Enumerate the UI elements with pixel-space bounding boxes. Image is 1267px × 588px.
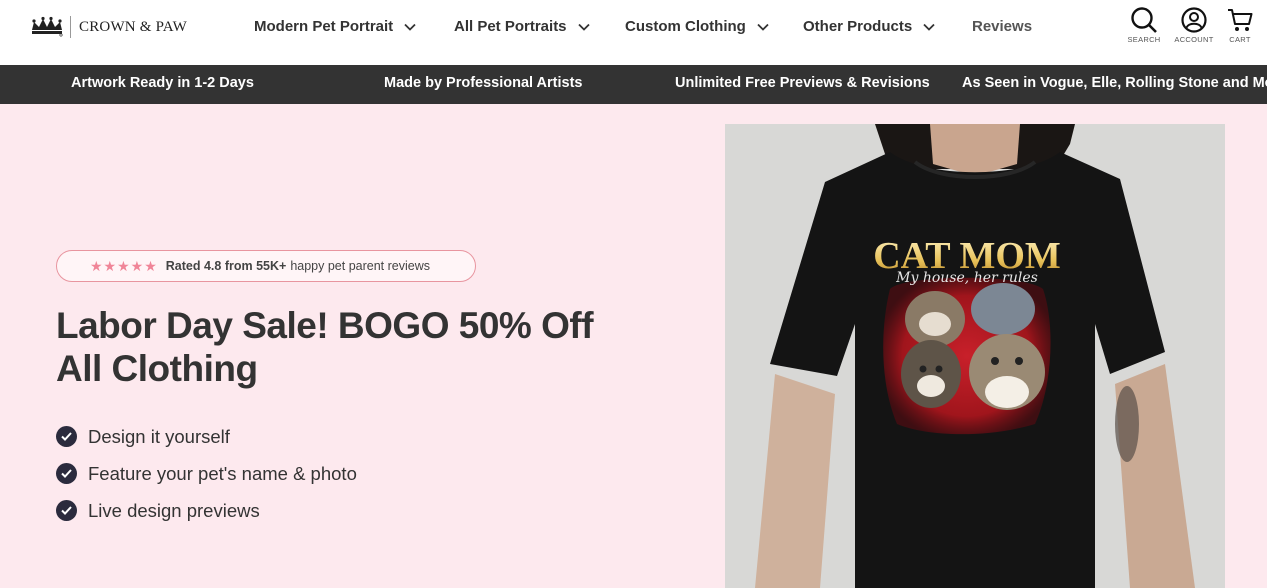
nav-label: Custom Clothing — [625, 18, 746, 35]
nav-other-products[interactable]: Other Products — [803, 18, 935, 35]
chevron-down-icon — [577, 23, 590, 31]
chevron-down-icon — [923, 23, 935, 31]
brand-logo[interactable]: CROWN & PAW — [30, 16, 187, 38]
nav-label: Other Products — [803, 18, 913, 35]
feature-list: Design it yourself Feature your pet's na… — [56, 418, 357, 529]
feature-text: Feature your pet's name & photo — [88, 462, 357, 484]
search-button[interactable]: SEARCH — [1124, 6, 1164, 44]
check-icon — [56, 500, 77, 521]
product-image: CAT MOM My house, her rules — [725, 124, 1225, 588]
brand-name: CROWN & PAW — [79, 18, 187, 35]
headline-line: All Clothing — [56, 348, 258, 389]
nav-custom-clothing[interactable]: Custom Clothing — [625, 18, 769, 35]
announcement-bar: Artwork Ready in 1-2 Days Made by Profes… — [0, 65, 1267, 104]
announcement-item: Artwork Ready in 1-2 Days — [71, 75, 254, 91]
rating-text: happy pet parent reviews — [290, 259, 430, 273]
site-header: CROWN & PAW Modern Pet Portrait All Pet … — [0, 0, 1267, 65]
feature-text: Design it yourself — [88, 425, 230, 447]
account-button[interactable]: ACCOUNT — [1174, 6, 1214, 44]
nav-all-pet-portraits[interactable]: All Pet Portraits — [454, 18, 590, 35]
nav-label: All Pet Portraits — [454, 18, 567, 35]
rating-score: Rated 4.8 from 55K+ — [165, 259, 287, 273]
nav-reviews[interactable]: Reviews — [972, 18, 1032, 35]
cart-button[interactable]: CART — [1220, 6, 1260, 44]
check-icon — [56, 463, 77, 484]
cart-label: CART — [1229, 35, 1251, 44]
logo-divider — [70, 16, 71, 38]
search-icon — [1131, 7, 1157, 33]
cart-icon — [1228, 9, 1253, 31]
nav-label: Reviews — [972, 18, 1033, 35]
account-label: ACCOUNT — [1174, 35, 1214, 44]
check-icon — [56, 426, 77, 447]
feature-text: Live design previews — [88, 499, 260, 521]
shirt-subtitle: My house, her rules — [895, 270, 1038, 286]
headline-line: Labor Day Sale! BOGO 50% Off — [56, 305, 594, 346]
star-rating-icon: ★★★★★ — [90, 257, 158, 274]
feature-item: Design it yourself — [56, 418, 357, 455]
announcement-item: As Seen in Vogue, Elle, Rolling Stone an… — [962, 75, 1267, 91]
crown-icon — [32, 16, 63, 37]
chevron-down-icon — [404, 23, 416, 31]
rating-badge: ★★★★★ Rated 4.8 from 55K+ happy pet pare… — [56, 250, 476, 282]
search-label: SEARCH — [1127, 35, 1161, 44]
announcement-item: Made by Professional Artists — [384, 75, 583, 91]
chevron-down-icon — [757, 23, 769, 31]
nav-modern-pet-portrait[interactable]: Modern Pet Portrait — [254, 18, 416, 35]
hero-headline: Labor Day Sale! BOGO 50% Off All Clothin… — [56, 304, 656, 390]
account-icon — [1181, 7, 1207, 33]
announcement-item: Unlimited Free Previews & Revisions — [675, 75, 930, 91]
nav-label: Modern Pet Portrait — [254, 18, 394, 35]
feature-item: Live design previews — [56, 492, 357, 529]
feature-item: Feature your pet's name & photo — [56, 455, 357, 492]
tshirt-model-illustration: CAT MOM My house, her rules — [725, 124, 1225, 588]
